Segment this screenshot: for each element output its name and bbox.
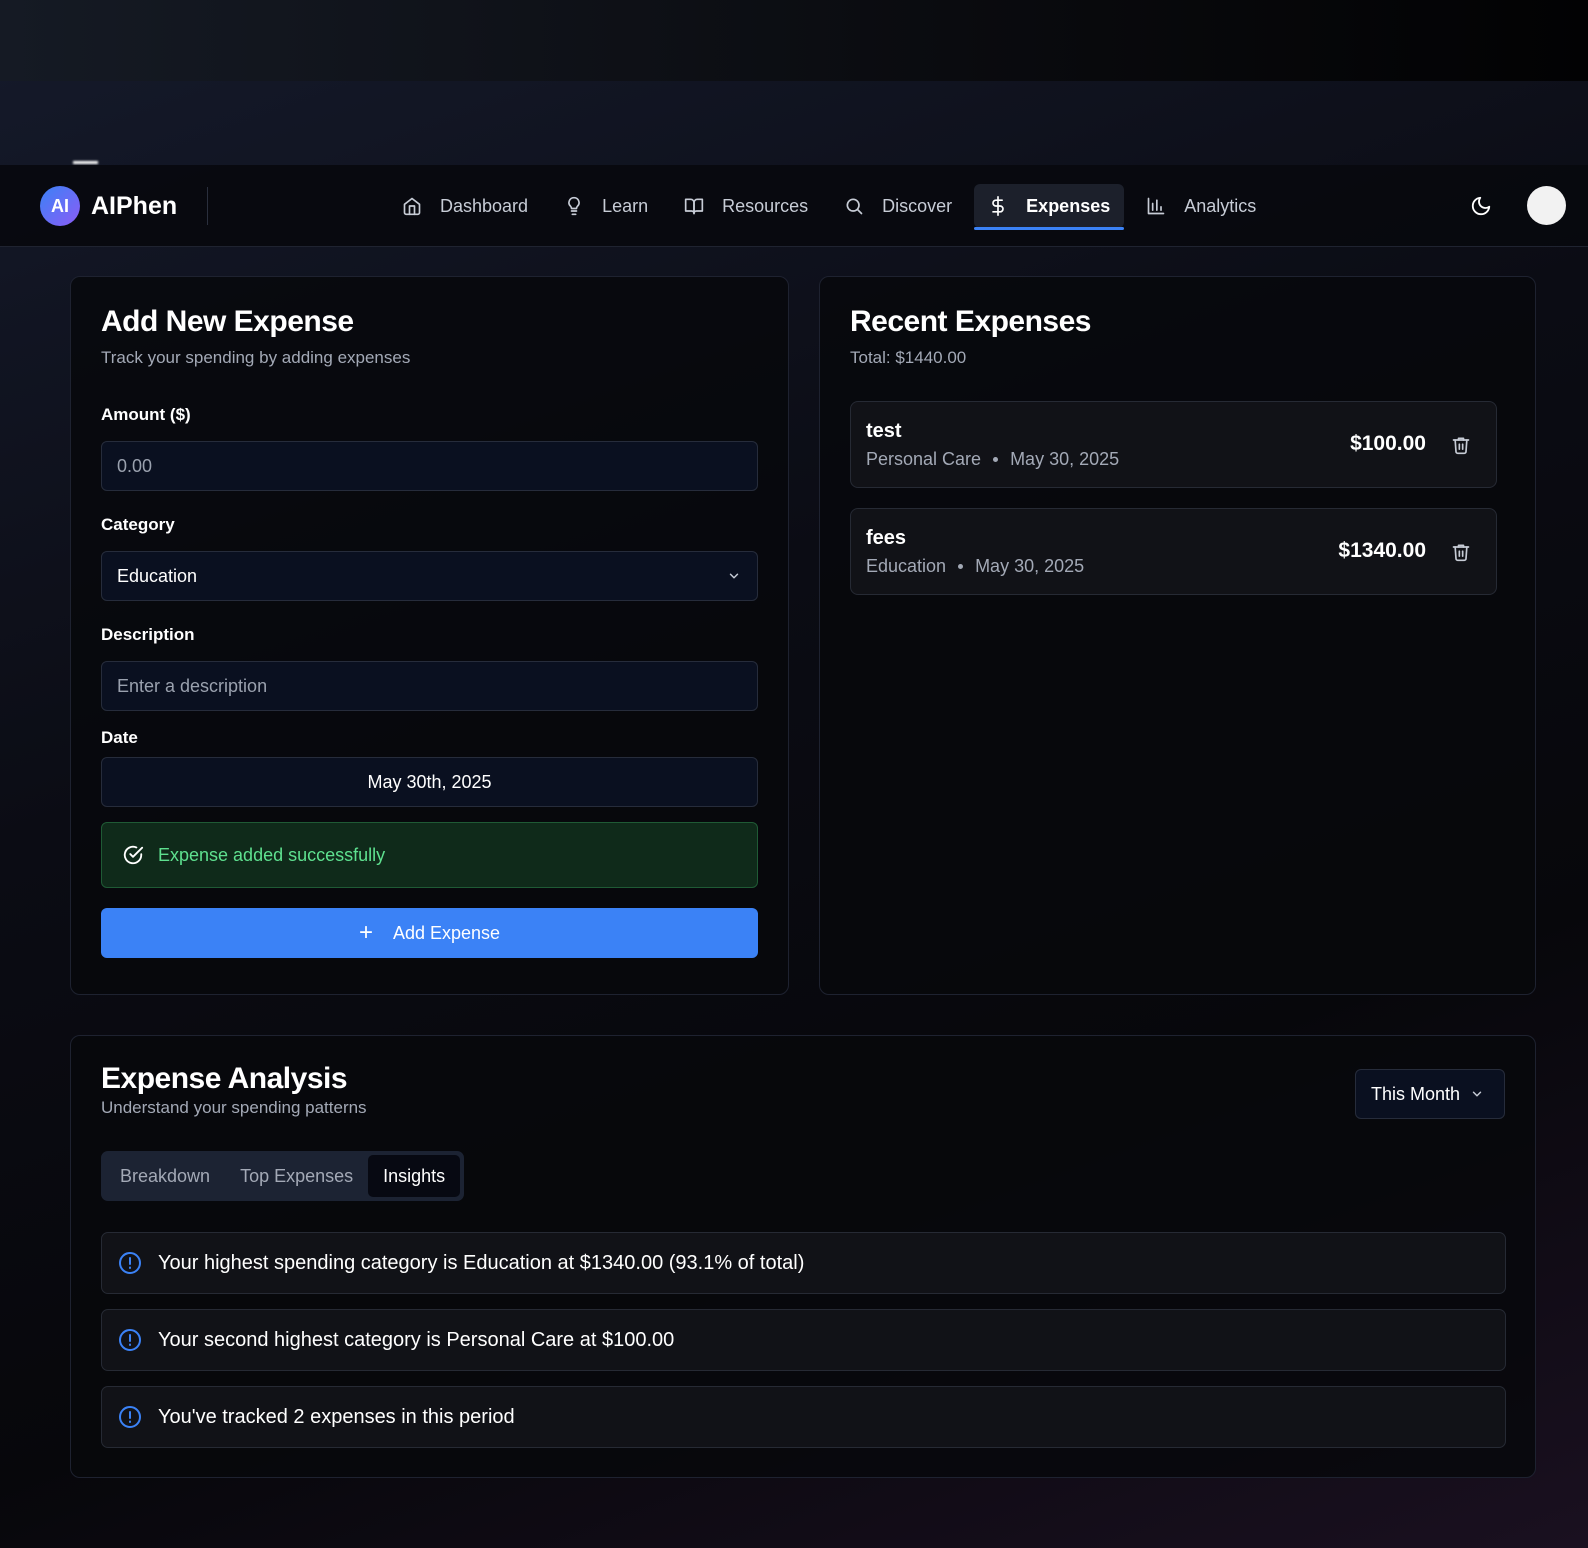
period-value: This Month — [1371, 1083, 1461, 1104]
insight-text: Your second highest category is Personal… — [158, 1328, 675, 1351]
brand[interactable]: AI AIPhen — [40, 186, 177, 226]
add-expense-card: Add New Expense Track your spending by a… — [70, 276, 789, 995]
category-value: Education — [117, 565, 198, 586]
expense-title: fees — [866, 527, 907, 549]
description-label: Description — [101, 625, 195, 644]
analysis-subtitle: Understand your spending patterns — [101, 1098, 367, 1117]
insight-text: Your highest spending category is Educat… — [158, 1251, 805, 1274]
lightbulb-icon — [568, 196, 580, 216]
brand-logo: AI — [40, 186, 80, 226]
success-message: Expense added successfully — [158, 844, 386, 865]
trash-icon[interactable] — [1451, 542, 1471, 562]
category-label: Category — [101, 515, 175, 534]
moon-icon[interactable] — [1470, 195, 1492, 217]
info-circle-icon — [119, 1406, 141, 1428]
add-expense-button-label: Add Expense — [392, 922, 501, 943]
trash-icon[interactable] — [1451, 435, 1471, 455]
check-circle-icon — [123, 845, 144, 865]
insight-item: Your second highest category is Personal… — [101, 1309, 1506, 1371]
plus-icon: + — [358, 919, 373, 946]
expense-category: Education — [866, 556, 947, 576]
navbar: AI AIPhen Dashboard Learn Resources Disc… — [0, 165, 1588, 247]
chevron-down-icon — [729, 573, 739, 579]
avatar[interactable] — [1527, 186, 1566, 225]
date-value: May 30th, 2025 — [367, 771, 492, 792]
expense-title: test — [866, 420, 902, 442]
date-label: Date — [101, 728, 138, 747]
expense-meta: Personal Care May 30, 2025 — [866, 449, 1119, 470]
expense-date: May 30, 2025 — [1010, 449, 1120, 469]
analysis-title: Expense Analysis — [101, 1062, 348, 1095]
brand-divider — [207, 187, 208, 225]
top-strip — [0, 0, 1588, 81]
description-placeholder: Enter a description — [117, 675, 268, 696]
insight-item: You've tracked 2 expenses in this period — [101, 1386, 1506, 1448]
nav-label: Resources — [722, 195, 809, 216]
bar-chart-icon — [1147, 197, 1165, 215]
nav-item-expenses[interactable]: Expenses — [974, 184, 1125, 230]
chevron-down-icon — [1472, 1091, 1482, 1097]
add-expense-subtitle: Track your spending by adding expenses — [101, 348, 411, 367]
recent-expenses-card: Recent Expenses Total: $1440.00 test Per… — [819, 276, 1536, 995]
dollar-icon — [992, 196, 1004, 216]
recent-expenses-title: Recent Expenses — [850, 305, 1091, 338]
info-circle-icon — [119, 1252, 141, 1274]
expense-analysis-card: Expense Analysis Understand your spendin… — [70, 1035, 1536, 1478]
separator-dot — [993, 457, 999, 462]
tab-breakdown[interactable]: Breakdown — [105, 1155, 225, 1197]
nav-item-discover[interactable]: Discover — [830, 184, 966, 228]
insight-text: You've tracked 2 expenses in this period — [158, 1405, 515, 1428]
success-alert: Expense added successfully — [101, 822, 758, 888]
home-icon — [403, 197, 421, 216]
amount-placeholder: 0.00 — [117, 455, 153, 476]
date-picker-button[interactable]: May 30th, 2025 — [101, 757, 758, 807]
nav-label: Learn — [602, 195, 649, 216]
amount-input[interactable]: 0.00 — [101, 441, 758, 491]
expense-item: fees Education May 30, 2025 $1340.00 — [850, 508, 1497, 595]
nav-label: Dashboard — [440, 195, 529, 216]
expense-meta: Education May 30, 2025 — [866, 556, 1084, 577]
expense-category: Personal Care — [866, 449, 982, 469]
insight-item: Your highest spending category is Educat… — [101, 1232, 1506, 1294]
tab-insights[interactable]: Insights — [368, 1155, 461, 1197]
nav-label: Discover — [882, 195, 953, 216]
book-icon — [684, 198, 704, 215]
nav-label: Analytics — [1184, 195, 1257, 216]
amount-label: Amount ($) — [101, 405, 191, 424]
recent-expenses-total: Total: $1440.00 — [850, 348, 967, 367]
nav-item-learn[interactable]: Learn — [550, 184, 662, 228]
nav-item-dashboard[interactable]: Dashboard — [388, 184, 542, 228]
add-expense-button[interactable]: + Add Expense — [101, 908, 758, 958]
analysis-tabs: Breakdown Top Expenses Insights — [101, 1151, 465, 1201]
nav-item-analytics[interactable]: Analytics — [1132, 184, 1270, 228]
expense-amount: $100.00 — [1350, 432, 1426, 455]
nav-item-resources[interactable]: Resources — [670, 184, 822, 228]
category-select[interactable]: Education — [101, 551, 758, 601]
expense-date: May 30, 2025 — [975, 556, 1085, 576]
expense-item: test Personal Care May 30, 2025 $100.00 — [850, 401, 1497, 488]
nav-menu: Dashboard Learn Resources Discover Expen… — [388, 184, 1278, 230]
info-circle-icon — [119, 1329, 141, 1351]
add-expense-title: Add New Expense — [101, 305, 354, 338]
nav-label: Expenses — [1026, 195, 1111, 216]
separator-dot — [958, 564, 964, 569]
page-title-behind-nav: Expense Tracker — [70, 142, 380, 164]
search-icon — [846, 198, 863, 215]
brand-name: AIPhen — [91, 191, 178, 220]
tab-top-expenses[interactable]: Top Expenses — [225, 1155, 368, 1197]
description-input[interactable]: Enter a description — [101, 661, 758, 711]
expense-amount: $1340.00 — [1338, 539, 1426, 562]
period-select[interactable]: This Month — [1355, 1069, 1505, 1119]
